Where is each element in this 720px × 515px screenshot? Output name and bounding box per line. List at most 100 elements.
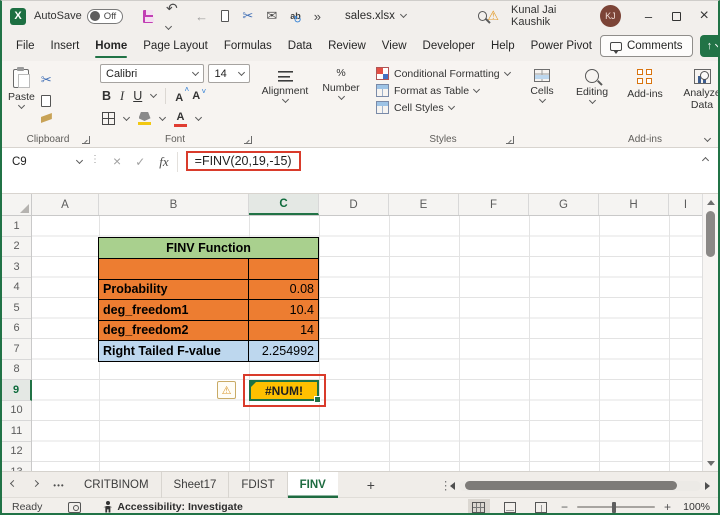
- row-header-1[interactable]: 1: [2, 216, 31, 237]
- row-header-4[interactable]: 4: [2, 278, 31, 298]
- table-cell-label[interactable]: deg_freedom1: [99, 300, 249, 320]
- cell-styles-button[interactable]: Cell Styles: [376, 101, 518, 114]
- table-cell-value[interactable]: 10.4: [249, 300, 318, 320]
- row-header-11[interactable]: 11: [2, 421, 31, 442]
- undo-button[interactable]: [164, 1, 182, 32]
- column-header-a[interactable]: A: [32, 194, 99, 215]
- table-cell-value[interactable]: 2.254992: [249, 341, 318, 361]
- increase-font-icon[interactable]: [175, 85, 189, 104]
- font-name-select[interactable]: Calibri: [100, 64, 205, 83]
- row-header-3[interactable]: 3: [2, 257, 31, 278]
- vertical-scroll-thumb[interactable]: [706, 211, 715, 257]
- tab-insert[interactable]: Insert: [43, 31, 88, 61]
- accessibility-status[interactable]: Accessibility: Investigate: [103, 501, 243, 513]
- tab-power-pivot[interactable]: Power Pivot: [523, 31, 600, 61]
- autosave-control[interactable]: AutoSave Off: [34, 8, 123, 24]
- copy-icon[interactable]: [221, 7, 233, 22]
- sheet-tab-sheet17[interactable]: Sheet17: [162, 471, 230, 498]
- horizontal-scrollbar[interactable]: [450, 480, 710, 491]
- table-cell-label[interactable]: Probability: [99, 279, 249, 299]
- tab-formulas[interactable]: Formulas: [216, 31, 280, 61]
- close-button[interactable]: [690, 1, 718, 31]
- horizontal-scroll-track[interactable]: [459, 480, 701, 491]
- number-button[interactable]: % Number: [314, 61, 368, 101]
- borders-chevron-icon[interactable]: [122, 113, 131, 121]
- scroll-left-icon[interactable]: [450, 481, 455, 490]
- maximize-button[interactable]: [662, 1, 690, 31]
- zoom-in-button[interactable]: [664, 500, 671, 513]
- select-all-button[interactable]: [2, 194, 32, 215]
- email-icon[interactable]: [266, 8, 277, 24]
- column-header-b[interactable]: B: [99, 194, 249, 215]
- paste-button[interactable]: Paste: [2, 65, 41, 129]
- underline-chevron-icon[interactable]: [150, 90, 158, 99]
- row-header-6[interactable]: 6: [2, 319, 31, 339]
- tab-home[interactable]: Home: [87, 31, 135, 61]
- formula-input[interactable]: =FINV(20,19,-15): [185, 151, 301, 171]
- document-title[interactable]: sales.xlsx: [345, 10, 407, 22]
- sheet-nav-left-icon[interactable]: [2, 479, 24, 487]
- cut-icon[interactable]: [41, 71, 52, 89]
- new-sheet-button[interactable]: [354, 477, 388, 493]
- share-button[interactable]: [699, 35, 718, 57]
- font-dialog-launcher-icon[interactable]: [244, 136, 252, 144]
- tab-help[interactable]: Help: [483, 31, 523, 61]
- finv-table-row-deg-freedom1[interactable]: deg_freedom1 10.4: [99, 299, 318, 320]
- sheet-tab-finv[interactable]: FINV: [287, 471, 338, 498]
- alignment-button[interactable]: Alignment: [256, 61, 314, 104]
- zoom-slider-thumb[interactable]: [612, 501, 617, 513]
- tab-data[interactable]: Data: [280, 31, 320, 61]
- finv-table-blank-row[interactable]: [99, 258, 318, 279]
- fill-color-button[interactable]: [138, 112, 151, 125]
- table-cell-value[interactable]: 0.08: [249, 280, 318, 300]
- save-icon[interactable]: [142, 9, 155, 23]
- font-size-select[interactable]: 14: [208, 64, 250, 83]
- enter-icon[interactable]: [135, 153, 145, 171]
- styles-dialog-launcher-icon[interactable]: [506, 136, 514, 144]
- conditional-formatting-button[interactable]: Conditional Formatting: [376, 67, 518, 80]
- row-header-7[interactable]: 7: [2, 339, 31, 360]
- cells-button[interactable]: Cells: [518, 61, 566, 104]
- row-header-10[interactable]: 10: [2, 401, 31, 421]
- sheet-tab-fdist[interactable]: FDIST: [229, 471, 288, 498]
- avatar[interactable]: KJ: [600, 5, 621, 27]
- tab-developer[interactable]: Developer: [415, 31, 483, 61]
- error-trace-button[interactable]: [217, 381, 236, 399]
- autosave-toggle[interactable]: Off: [86, 8, 123, 24]
- tab-file[interactable]: File: [8, 31, 43, 61]
- table-cell-value[interactable]: 14: [249, 321, 318, 341]
- tab-view[interactable]: View: [374, 31, 415, 61]
- sheet-more-icon[interactable]: [46, 479, 72, 491]
- zoom-out-button[interactable]: [561, 500, 568, 513]
- sheet-nav-right-icon[interactable]: [24, 479, 46, 487]
- paste-chevron-icon[interactable]: [17, 101, 25, 110]
- italic-button[interactable]: I: [120, 89, 124, 104]
- page-break-view-button[interactable]: [530, 499, 552, 513]
- column-header-h[interactable]: H: [599, 194, 669, 215]
- row-header-13[interactable]: 13: [2, 462, 31, 471]
- analyze-data-button[interactable]: Analyze Data: [672, 61, 718, 111]
- sheet-tab-critbinom[interactable]: CRITBINOM: [72, 471, 162, 498]
- table-cell-label[interactable]: deg_freedom2: [99, 320, 249, 340]
- scroll-right-icon[interactable]: [705, 481, 710, 490]
- column-header-d[interactable]: D: [319, 194, 389, 215]
- decrease-font-icon[interactable]: [192, 87, 206, 102]
- fill-color-chevron-icon[interactable]: [158, 113, 167, 121]
- scroll-up-icon[interactable]: [706, 200, 715, 205]
- copy-icon[interactable]: [41, 92, 55, 107]
- vertical-scrollbar[interactable]: [702, 194, 718, 471]
- finv-table-row-deg-freedom2[interactable]: deg_freedom2 14: [99, 319, 318, 341]
- row-header-5[interactable]: 5: [2, 298, 31, 319]
- column-header-e[interactable]: E: [389, 194, 459, 215]
- format-painter-icon[interactable]: [40, 113, 52, 123]
- underline-button[interactable]: U: [133, 89, 142, 103]
- borders-icon[interactable]: [102, 112, 115, 125]
- clipboard-dialog-launcher-icon[interactable]: [82, 136, 90, 144]
- table-cell-label[interactable]: Right Tailed F-value: [99, 341, 249, 361]
- cancel-icon[interactable]: [113, 153, 121, 171]
- back-arrow-icon[interactable]: [195, 9, 208, 24]
- font-color-button[interactable]: [174, 110, 187, 127]
- name-box[interactable]: C9: [2, 148, 90, 172]
- zoom-level[interactable]: 100%: [680, 501, 710, 513]
- horizontal-scroll-thumb[interactable]: [465, 481, 677, 490]
